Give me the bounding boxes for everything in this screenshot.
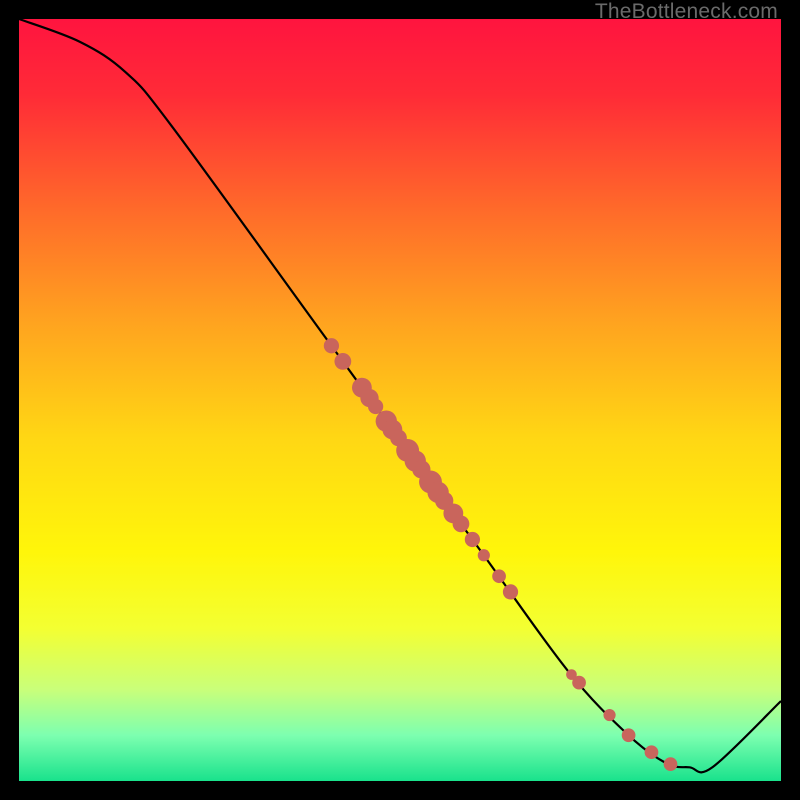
chart-container: TheBottleneck.com [0, 0, 800, 800]
plot-area [19, 19, 781, 781]
chart-point [453, 515, 470, 532]
chart-point [503, 584, 518, 599]
chart-svg [19, 19, 781, 781]
chart-point [622, 728, 636, 742]
chart-point [572, 676, 586, 690]
chart-point [324, 338, 339, 353]
chart-background [19, 19, 781, 781]
chart-point [368, 399, 383, 414]
chart-point [334, 353, 351, 370]
chart-point [664, 757, 678, 771]
chart-point [645, 745, 659, 759]
chart-point [478, 549, 490, 561]
chart-point [492, 569, 506, 583]
chart-point [603, 709, 615, 721]
chart-point [465, 532, 480, 547]
